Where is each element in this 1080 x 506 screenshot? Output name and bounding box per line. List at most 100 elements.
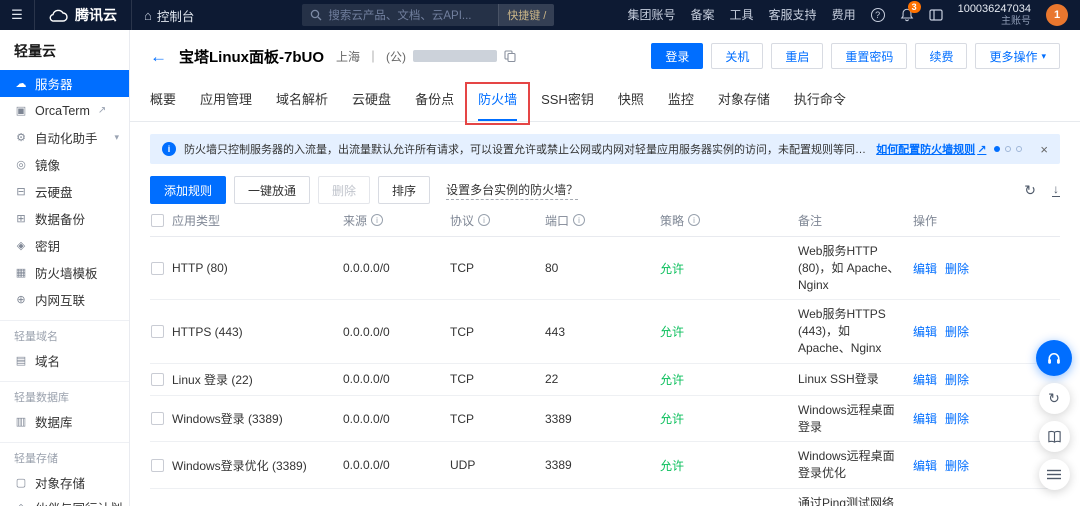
- info-icon[interactable]: i: [371, 214, 384, 226]
- workspace-button[interactable]: [928, 9, 943, 21]
- cell-port: 3389: [545, 411, 572, 426]
- row-checkbox[interactable]: [151, 325, 164, 339]
- account-info[interactable]: 100036247034 主账号: [958, 3, 1031, 27]
- sidebar-item-images[interactable]: ◎ 镜像: [0, 151, 129, 178]
- edit-link[interactable]: 编辑: [913, 410, 937, 427]
- sidebar-item-orcaterm[interactable]: ▣ OrcaTerm ↗: [0, 97, 129, 124]
- avatar[interactable]: 1: [1046, 3, 1068, 26]
- tab-概要[interactable]: 概要: [150, 89, 176, 121]
- masked-ip-block: [413, 50, 498, 62]
- sidebar-section-label: 轻量存储: [0, 442, 129, 469]
- banner-close-button[interactable]: ×: [1040, 143, 1048, 156]
- reset-password-button[interactable]: 重置密码: [831, 43, 908, 69]
- restart-button[interactable]: 重启: [771, 43, 824, 69]
- external-link-icon: ↗: [977, 143, 987, 156]
- tab-对象存储[interactable]: 对象存储: [718, 89, 770, 121]
- banner-carousel: [994, 146, 1023, 152]
- edit-link[interactable]: 编辑: [913, 371, 937, 388]
- sidebar-item-database[interactable]: ▥ 数据库: [0, 408, 129, 435]
- refresh-button[interactable]: ↻: [1024, 183, 1036, 197]
- cell-protocol: UDP: [450, 458, 476, 473]
- console-home-link[interactable]: ⌂ 控制台: [132, 6, 206, 25]
- delete-link[interactable]: 删除: [945, 371, 969, 388]
- topbar-menu-item-2[interactable]: 备案: [691, 6, 715, 23]
- global-search-input[interactable]: 搜索云产品、文档、云API... 快捷键 /: [302, 4, 555, 26]
- sidebar-item-partner-program[interactable]: ◇ 伙伴与同行计划 ↗: [0, 494, 129, 506]
- topbar-menu-item-3[interactable]: 工具: [730, 6, 754, 23]
- column-header-label: 策略: [660, 213, 685, 228]
- row-checkbox[interactable]: [151, 412, 164, 426]
- sidebar-item-vpc-interconnect[interactable]: ⊕ 内网互联: [0, 286, 129, 313]
- cell-note: 通过Ping测试网络连通性 (放通ALL ICMP): [798, 495, 895, 506]
- tab-执行命令[interactable]: 执行命令: [794, 89, 846, 121]
- sort-button[interactable]: 排序: [378, 176, 431, 204]
- delete-link[interactable]: 删除: [945, 410, 969, 427]
- carousel-dot-1[interactable]: [994, 146, 1001, 152]
- sidebar-item-object-storage[interactable]: ▢ 对象存储: [0, 469, 129, 496]
- carousel-dot-2[interactable]: [1005, 146, 1012, 152]
- edit-link[interactable]: 编辑: [913, 457, 937, 474]
- more-actions-label: 更多操作: [989, 49, 1038, 64]
- allow-all-button[interactable]: 一键放通: [234, 176, 311, 204]
- multi-instance-firewall-link[interactable]: 设置多台实例的防火墙？: [446, 181, 579, 200]
- sidebar-item-data-backup[interactable]: ⊞ 数据备份: [0, 205, 129, 232]
- sidebar-item-ssh-keys[interactable]: ◈ 密钥: [0, 232, 129, 259]
- info-icon[interactable]: i: [573, 214, 586, 226]
- back-button[interactable]: ←: [150, 48, 167, 65]
- customer-service-button[interactable]: [1036, 340, 1072, 376]
- column-header-label: 操作: [913, 213, 938, 228]
- topbar-menu-item-5[interactable]: 费用: [832, 6, 856, 23]
- docs-button[interactable]: [1038, 421, 1070, 452]
- sidebar-item-firewall-templates[interactable]: ▦ 防火墙模板: [0, 259, 129, 286]
- info-icon[interactable]: i: [478, 214, 491, 226]
- copy-button[interactable]: [504, 50, 516, 62]
- add-rule-button[interactable]: 添加规则: [150, 176, 227, 204]
- help-icon[interactable]: ?: [870, 7, 885, 22]
- cell-port: 22: [545, 372, 559, 387]
- feedback-button[interactable]: ↻: [1038, 383, 1070, 414]
- tab-监控[interactable]: 监控: [668, 89, 694, 121]
- firewall-docs-link[interactable]: 如何配置防火墙规则 ↗: [876, 141, 986, 157]
- edit-link[interactable]: 编辑: [913, 260, 937, 277]
- sidebar-item-server[interactable]: ☁ 服务器: [0, 70, 129, 97]
- menu-toggle-button[interactable]: ☰: [0, 0, 34, 30]
- tencent-cloud-logo[interactable]: 腾讯云: [35, 5, 131, 25]
- notifications-button[interactable]: 3: [900, 1, 921, 22]
- tab-SSH密钥[interactable]: SSH密钥: [541, 89, 594, 121]
- shutdown-button[interactable]: 关机: [711, 43, 764, 69]
- row-checkbox[interactable]: [151, 372, 164, 386]
- tab-快照[interactable]: 快照: [618, 89, 644, 121]
- edit-link[interactable]: 编辑: [913, 323, 937, 340]
- carousel-dot-3[interactable]: [1016, 146, 1023, 152]
- sidebar-item-automation-assistant[interactable]: ⚙ 自动化助手 ▾: [0, 124, 129, 151]
- select-all-checkbox[interactable]: [151, 213, 164, 227]
- more-actions-button[interactable]: 更多操作 ▾: [975, 43, 1060, 69]
- topbar-menu-item-1[interactable]: 集团账号: [628, 6, 676, 23]
- tab-域名解析[interactable]: 域名解析: [276, 89, 328, 121]
- sidebar-footer-cut: ◇ 伙伴与同行计划 ↗: [0, 494, 129, 506]
- tab-防火墙[interactable]: 防火墙: [465, 82, 531, 125]
- column-header-label: 端口: [545, 213, 570, 228]
- main-content: ← 宝塔Linux面板-7bUO 上海 ｜ (公) 登录 关机 重启 重置密码 续费 …: [130, 30, 1080, 506]
- survey-button[interactable]: [1038, 459, 1070, 490]
- topbar-menu-item-4[interactable]: 客服支持: [769, 6, 817, 23]
- sidebar-item-domains[interactable]: ▤ 域名: [0, 347, 129, 374]
- delete-button[interactable]: 删除: [318, 176, 371, 204]
- login-button[interactable]: 登录: [651, 43, 704, 69]
- tab-应用管理[interactable]: 应用管理: [200, 89, 252, 121]
- info-icon[interactable]: i: [688, 214, 701, 226]
- tab-备份点[interactable]: 备份点: [415, 89, 454, 121]
- delete-link[interactable]: 删除: [945, 260, 969, 277]
- row-checkbox[interactable]: [151, 261, 164, 275]
- tab-云硬盘[interactable]: 云硬盘: [352, 89, 391, 121]
- cell-policy: 允许: [660, 261, 685, 276]
- download-button[interactable]: ↓: [1052, 183, 1060, 197]
- row-checkbox[interactable]: [151, 458, 164, 472]
- column-header: 协议 i: [450, 212, 545, 229]
- info-banner: i 防火墙只控制服务器的入流量，出流量默认允许所有请求，可以设置允许或禁止公网或…: [150, 134, 1060, 164]
- renew-button[interactable]: 续费: [915, 43, 968, 69]
- cell-policy: 允许: [660, 412, 685, 427]
- sidebar-item-cloud-disk[interactable]: ⊟ 云硬盘: [0, 178, 129, 205]
- delete-link[interactable]: 删除: [945, 323, 969, 340]
- delete-link[interactable]: 删除: [945, 457, 969, 474]
